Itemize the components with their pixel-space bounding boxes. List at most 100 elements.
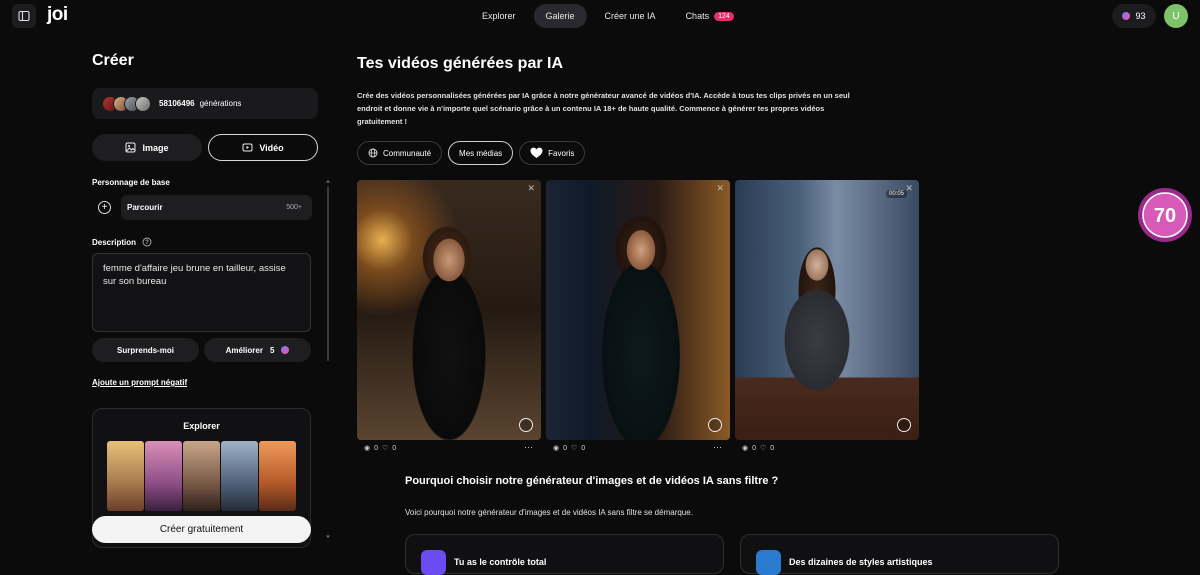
logo[interactable]: joi	[47, 4, 68, 26]
description-label: Description	[92, 237, 137, 247]
eye-icon: ◉	[742, 445, 749, 452]
negative-prompt-link[interactable]: Ajoute un prompt négatif	[92, 378, 187, 387]
generations-counter: 58106496 générations	[92, 88, 318, 119]
eye-icon: ◉	[364, 445, 371, 452]
feature-label: Tu as le contrôle total	[454, 557, 547, 567]
panel-scrollbar[interactable]	[326, 178, 330, 540]
mode-video-button[interactable]: Vidéo	[208, 134, 318, 161]
explore-thumbnail[interactable]	[107, 441, 144, 511]
generation-avatars	[102, 95, 151, 112]
improve-label: Améliorer	[225, 345, 263, 355]
heart-small-icon: ♡	[760, 445, 767, 452]
explore-thumbnail[interactable]	[183, 441, 220, 511]
feature-label: Des dizaines de styles artistiques	[789, 557, 933, 567]
scroll-up-icon[interactable]	[325, 178, 331, 184]
chats-count-badge: 124	[714, 11, 734, 21]
mode-image-label: Image	[142, 142, 169, 153]
top-bar: joi Explorer Galerie Créer une IA Chats 1…	[0, 0, 1200, 32]
nav-label: Chats	[685, 11, 710, 21]
generations-label: générations	[199, 99, 242, 108]
feature-card: Des dizaines de styles artistiques	[740, 534, 1059, 575]
more-options-icon[interactable]: ⋯	[713, 442, 722, 453]
explore-thumbnails	[107, 441, 296, 511]
browse-characters-button[interactable]: Parcourir 500+	[121, 195, 312, 220]
feature-card: Tu as le contrôle total	[405, 534, 724, 575]
eye-icon: ◉	[553, 445, 560, 452]
nav-label: Créer une IA	[604, 11, 656, 21]
card-stats: ◉ 0 ♡ 0	[553, 444, 585, 453]
main-nav: Explorer Galerie Créer une IA Chats 124	[470, 4, 746, 28]
gem-icon	[1122, 12, 1131, 20]
prompt-actions: Surprends-moi Améliorer 5	[92, 338, 311, 362]
why-section-title: Pourquoi choisir notre générateur d'imag…	[405, 475, 779, 487]
credits-button[interactable]: 93	[1112, 4, 1156, 28]
media-filters: Communauté Mes médias Favoris	[357, 141, 586, 165]
nav-explorer[interactable]: Explorer	[470, 4, 528, 28]
filter-my-media[interactable]: Mes médias	[448, 141, 514, 165]
improve-button[interactable]: Améliorer 5	[204, 338, 311, 362]
close-icon[interactable]: ✕	[905, 183, 913, 194]
card-heart-icon[interactable]	[519, 418, 533, 432]
filter-label: Communauté	[383, 148, 432, 158]
explore-thumbnail[interactable]	[259, 441, 296, 511]
credits-value: 93	[1135, 11, 1146, 21]
filter-community[interactable]: Communauté	[357, 141, 443, 165]
add-character-icon[interactable]: +	[98, 201, 111, 214]
sidebar-panel-icon	[18, 10, 30, 22]
intro-text: Crée des vidéos personnalisées générées …	[357, 91, 850, 126]
globe-icon	[368, 148, 378, 158]
close-icon[interactable]: ✕	[527, 183, 535, 194]
avatar	[135, 95, 151, 112]
help-icon[interactable]: ?	[142, 237, 152, 247]
more-options-icon[interactable]: ⋯	[524, 442, 533, 453]
improve-cost: 5	[269, 345, 275, 355]
description-label-row: Description ?	[92, 237, 152, 247]
create-free-button[interactable]: Créer gratuitement	[92, 516, 311, 543]
base-character-label: Personnage de base	[92, 178, 170, 187]
video-grid: ✕ ✕ 00:05 ✕	[357, 180, 919, 440]
mode-image-button[interactable]: Image	[92, 134, 202, 161]
explore-card-title: Explorer	[183, 421, 220, 431]
page-title: Tes vidéos générées par IA	[357, 55, 564, 72]
filter-favorites[interactable]: Favoris	[519, 141, 586, 165]
scroll-down-icon[interactable]	[325, 534, 331, 540]
mode-video-label: Vidéo	[259, 142, 284, 153]
views-count: 0	[563, 444, 568, 452]
views-count: 0	[752, 444, 757, 452]
video-icon	[242, 143, 253, 152]
video-card[interactable]: 00:05 ✕	[735, 180, 919, 440]
create-panel: Créer 58106496 générations Image Vidéo P…	[92, 52, 318, 548]
video-card[interactable]: ✕	[546, 180, 730, 440]
nav-creer-ia[interactable]: Créer une IA	[593, 4, 668, 28]
image-icon	[125, 142, 136, 153]
likes-count: 0	[770, 444, 775, 452]
svg-text:?: ?	[145, 240, 149, 246]
panel-title: Créer	[92, 52, 134, 69]
explore-thumbnail[interactable]	[145, 441, 182, 511]
video-card[interactable]: ✕	[357, 180, 541, 440]
card-heart-icon[interactable]	[897, 418, 911, 432]
nav-label: Galerie	[545, 11, 575, 21]
nav-chats[interactable]: Chats 124	[674, 4, 746, 28]
card-stats: ◉ 0 ♡ 0	[364, 444, 396, 453]
explore-thumbnail[interactable]	[221, 441, 258, 511]
heart-small-icon: ♡	[382, 445, 389, 452]
heart-icon	[530, 147, 543, 158]
description-textarea[interactable]: femme d'affaire jeu brune en tailleur, a…	[92, 253, 311, 332]
promo-number: 70	[1154, 205, 1176, 227]
duration-tag: 00:05	[885, 190, 907, 198]
browse-count: 500+	[286, 204, 302, 211]
card-stats: ◉ 0 ♡ 0	[742, 444, 775, 453]
promo-badge[interactable]: 70	[1134, 182, 1196, 248]
heart-small-icon: ♡	[571, 445, 578, 452]
sidebar-toggle-button[interactable]	[12, 4, 36, 28]
scroll-thumb[interactable]	[327, 186, 329, 361]
gem-icon	[281, 346, 290, 354]
surprise-label: Surprends-moi	[117, 345, 174, 355]
surprise-me-button[interactable]: Surprends-moi	[92, 338, 199, 362]
user-avatar[interactable]: U	[1164, 4, 1188, 28]
card-heart-icon[interactable]	[708, 418, 722, 432]
filter-label: Mes médias	[459, 148, 503, 158]
close-icon[interactable]: ✕	[716, 183, 724, 194]
nav-galerie[interactable]: Galerie	[533, 4, 587, 28]
